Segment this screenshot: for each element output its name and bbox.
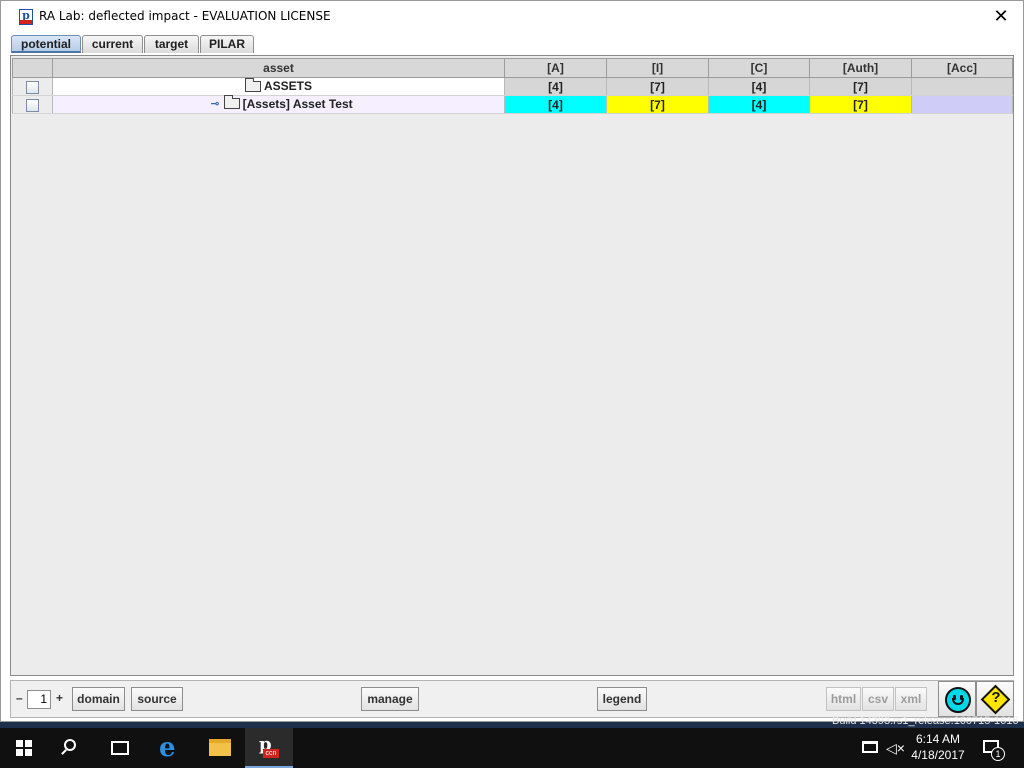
export-xml-button[interactable]: xml <box>895 687 927 711</box>
column-header-auth[interactable]: [Auth] <box>809 58 912 78</box>
source-button[interactable]: source <box>131 687 183 711</box>
close-icon[interactable]: ✕ <box>987 5 1015 27</box>
column-header-select <box>12 58 53 78</box>
value-cell-a[interactable]: [4] <box>504 77 607 96</box>
folder-icon <box>244 77 261 92</box>
value-cell-i[interactable]: [7] <box>606 95 709 114</box>
stepper-decrement-button[interactable]: – <box>16 691 23 705</box>
search-icon[interactable] <box>48 728 96 768</box>
value-cell-auth[interactable]: [7] <box>809 77 912 96</box>
row-checkbox[interactable] <box>26 80 39 94</box>
title-bar: p RA Lab: deflected impact - EVALUATION … <box>1 1 1023 32</box>
asset-name: ASSETS <box>263 79 312 94</box>
value-cell-acc[interactable] <box>911 95 1013 114</box>
value-cell-i[interactable]: [7] <box>606 77 709 96</box>
network-icon[interactable] <box>862 741 878 753</box>
export-html-button[interactable]: html <box>826 687 861 711</box>
value-cell-c[interactable]: [4] <box>708 95 810 114</box>
table-header-row: asset [A] [I] [C] [Auth] [Acc] <box>12 58 1013 78</box>
asset-name: [Assets] Asset Test <box>242 96 353 111</box>
file-explorer-icon[interactable] <box>196 728 244 768</box>
level-stepper-input[interactable]: 1 <box>27 690 51 709</box>
key-icon: ⊸ <box>210 98 220 111</box>
edge-icon[interactable]: e <box>146 728 194 768</box>
app-logo-icon: p <box>19 9 33 25</box>
column-header-i[interactable]: [I] <box>606 58 709 78</box>
notification-badge: 1 <box>991 747 1005 761</box>
task-view-icon[interactable] <box>96 728 144 768</box>
value-cell-a[interactable]: [4] <box>504 95 607 114</box>
impact-table-panel: asset [A] [I] [C] [Auth] [Acc] ASSETS [4… <box>10 55 1014 676</box>
value-cell-c[interactable]: [4] <box>708 77 810 96</box>
build-watermark: Build 14393.rs1_release.160715-1616 <box>832 715 1019 727</box>
row-checkbox[interactable] <box>26 98 39 112</box>
help-button[interactable]: ? <box>976 681 1014 717</box>
export-csv-button[interactable]: csv <box>862 687 894 711</box>
column-header-acc[interactable]: [Acc] <box>911 58 1013 78</box>
column-header-a[interactable]: [A] <box>504 58 607 78</box>
clock-date: 4/18/2017 <box>911 748 965 762</box>
clock[interactable]: 6:14 AM 4/18/2017 <box>900 731 976 763</box>
taskbar: e p ccn ◁× 6:14 AM 4/18/2017 1 <box>0 728 1024 768</box>
value-cell-acc[interactable] <box>911 77 1013 96</box>
manage-button[interactable]: manage <box>361 687 419 711</box>
pilar-app-icon[interactable]: p ccn <box>245 728 293 768</box>
tab-current[interactable]: current <box>82 35 143 53</box>
smiley-icon <box>945 687 971 713</box>
smiley-button[interactable] <box>938 681 976 717</box>
tab-potential[interactable]: potential <box>11 35 81 53</box>
app-window: p RA Lab: deflected impact - EVALUATION … <box>0 0 1024 722</box>
pilar-badge: ccn <box>263 749 279 758</box>
value-cell-auth[interactable]: [7] <box>809 95 912 114</box>
folder-icon <box>223 95 240 110</box>
column-header-c[interactable]: [C] <box>708 58 810 78</box>
table-row[interactable]: ASSETS [4] [7] [4] [7] <box>12 77 1013 96</box>
tab-pilar[interactable]: PILAR <box>200 35 254 53</box>
impact-table: asset [A] [I] [C] [Auth] [Acc] ASSETS [4… <box>12 58 1013 114</box>
help-glyph: ? <box>991 689 1001 706</box>
tab-target[interactable]: target <box>144 35 199 53</box>
clock-time: 6:14 AM <box>915 732 961 746</box>
stepper-increment-button[interactable]: + <box>56 691 63 705</box>
bottom-toolbar: – 1 + domain source manage legend html c… <box>10 680 1014 718</box>
windows-start-icon[interactable] <box>0 728 48 768</box>
domain-button[interactable]: domain <box>72 687 125 711</box>
legend-button[interactable]: legend <box>597 687 647 711</box>
table-row[interactable]: ⊸ [Assets] Asset Test [4] [7] [4] [7] <box>12 95 1013 114</box>
column-header-asset[interactable]: asset <box>52 58 505 78</box>
window-title: RA Lab: deflected impact - EVALUATION LI… <box>39 9 331 23</box>
